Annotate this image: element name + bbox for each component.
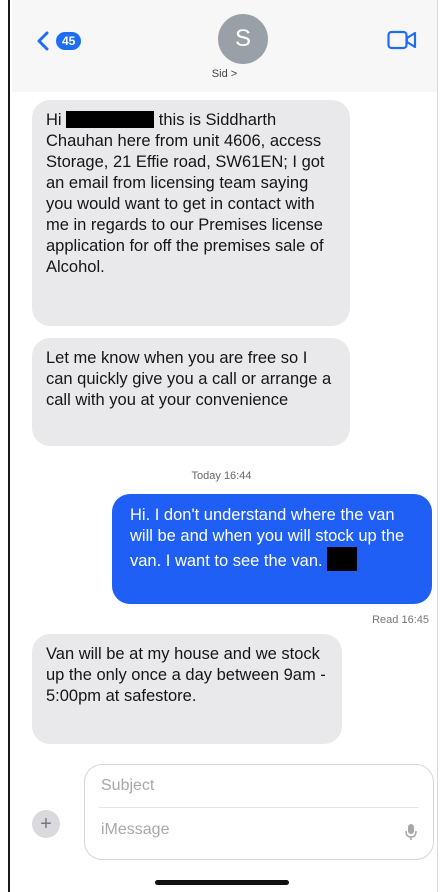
imessage-field[interactable]: iMessage [101, 821, 169, 839]
contact-name[interactable]: Sid > [12, 68, 437, 80]
redacted-text [327, 547, 358, 571]
home-indicator [155, 880, 289, 885]
chevron-left-icon [37, 31, 49, 51]
composer-divider [99, 807, 419, 808]
redacted-name [66, 111, 155, 128]
back-button[interactable]: 45 [34, 30, 82, 52]
message-text: Let me know when you are free so I can q… [46, 349, 332, 409]
add-attachment-button[interactable]: + [32, 810, 60, 838]
message-incoming[interactable]: Van will be at my house and we stock up … [32, 634, 342, 744]
video-camera-icon [387, 30, 417, 50]
message-input-box[interactable]: Subject iMessage [84, 764, 434, 860]
unread-badge: 45 [56, 32, 82, 50]
message-incoming[interactable]: Hi this is Siddharth Chauhan here from u… [32, 100, 350, 326]
conversation-header: 45 S Sid > [12, 0, 437, 92]
read-receipt: Read 16:45 [372, 614, 429, 626]
message-text: Van will be at my house and we stock up … [46, 645, 326, 705]
message-text: Chauhan here from unit 4606, access Stor… [46, 132, 325, 276]
microphone-icon[interactable] [405, 823, 417, 841]
subject-field[interactable]: Subject [101, 777, 154, 795]
left-border [0, 0, 10, 892]
message-text: this is Siddharth [158, 111, 277, 129]
message-incoming[interactable]: Let me know when you are free so I can q… [32, 338, 350, 446]
right-border [437, 0, 443, 892]
facetime-video-button[interactable] [387, 30, 417, 55]
avatar[interactable]: S [218, 14, 268, 64]
message-text: Hi [46, 111, 62, 129]
message-outgoing[interactable]: Hi. I don't understand where the van wil… [112, 494, 432, 604]
message-text: Hi. I don't understand where the van wil… [130, 506, 405, 570]
message-timestamp: Today 16:44 [191, 470, 252, 482]
